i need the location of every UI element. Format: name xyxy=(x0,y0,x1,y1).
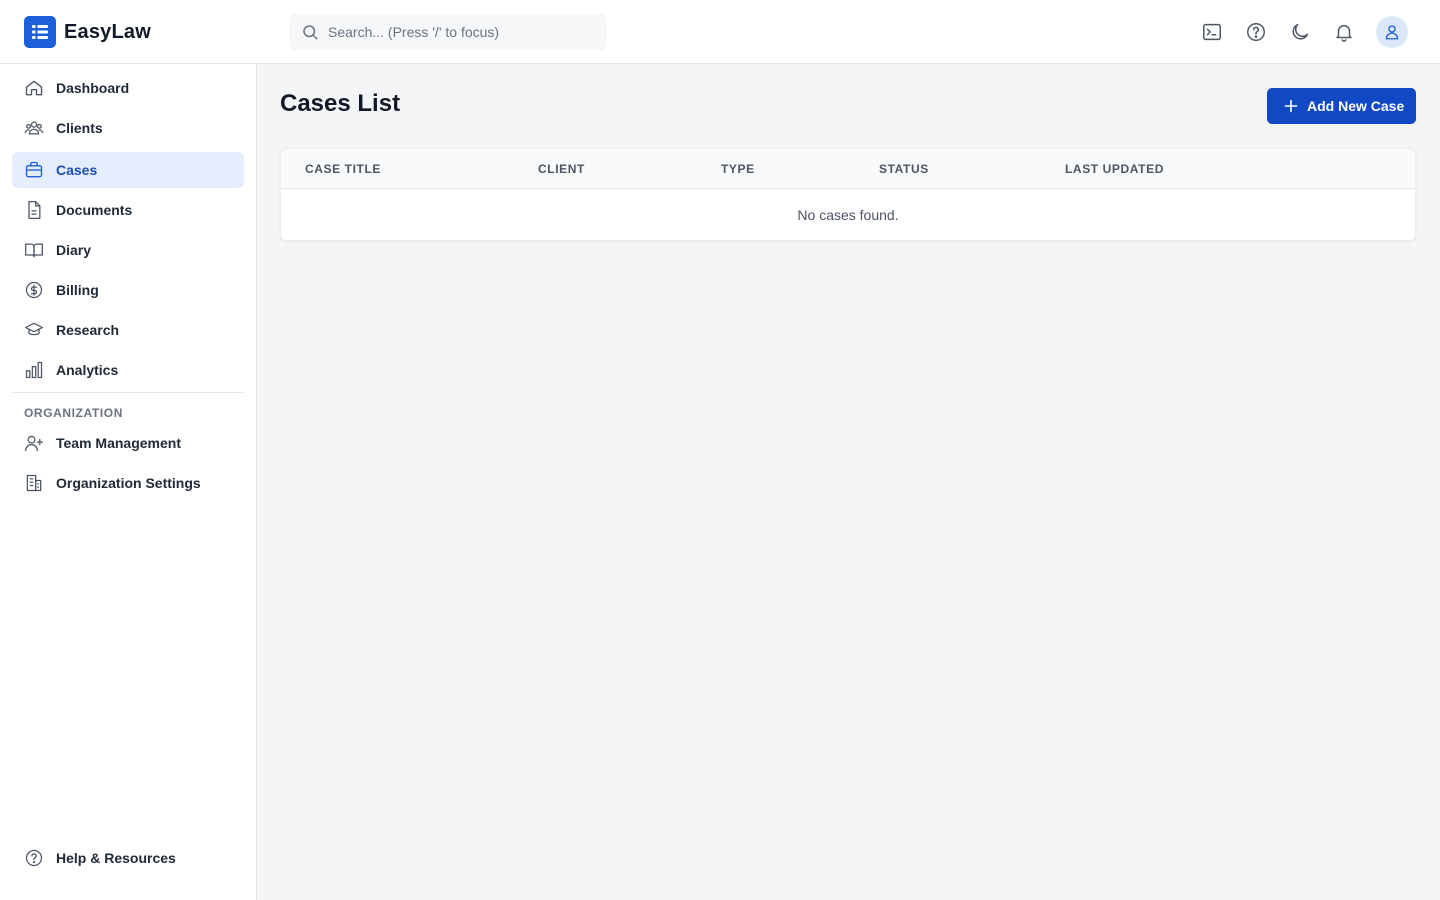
building-icon xyxy=(24,473,44,493)
users-icon xyxy=(24,118,44,138)
section-label-organization: ORGANIZATION xyxy=(24,406,123,420)
help-circle-icon xyxy=(24,848,44,868)
column-header-type[interactable]: TYPE xyxy=(721,162,755,176)
column-header-case-title[interactable]: CASE TITLE xyxy=(305,162,381,176)
sidebar-item-label: Research xyxy=(56,322,120,338)
help-circle-icon[interactable] xyxy=(1244,20,1268,44)
sidebar-item-label: Cases xyxy=(56,162,98,178)
sidebar-item-diary[interactable]: Diary xyxy=(12,232,244,268)
cases-table: CASE TITLE CLIENT TYPE STATUS LAST UPDAT… xyxy=(280,148,1416,241)
book-open-icon xyxy=(24,240,44,260)
sidebar-item-organization-settings[interactable]: Organization Settings xyxy=(12,465,244,501)
sidebar-divider xyxy=(12,392,244,393)
moon-icon[interactable] xyxy=(1288,20,1312,44)
add-button-label: Add New Case xyxy=(1307,98,1405,114)
empty-state-message: No cases found. xyxy=(797,207,899,223)
table-header: CASE TITLE CLIENT TYPE STATUS LAST UPDAT… xyxy=(281,149,1415,189)
top-actions xyxy=(1180,16,1408,48)
user-avatar-icon[interactable] xyxy=(1376,16,1408,48)
search-input[interactable] xyxy=(328,24,588,40)
briefcase-icon xyxy=(24,160,44,180)
plus-icon xyxy=(1283,98,1299,114)
sidebar-item-dashboard[interactable]: Dashboard xyxy=(12,70,244,106)
file-text-icon xyxy=(24,200,44,220)
dollar-circle-icon xyxy=(24,280,44,300)
sidebar-item-analytics[interactable]: Analytics xyxy=(12,352,244,388)
sidebar-item-label: Dashboard xyxy=(56,80,130,96)
sidebar-item-label: Team Management xyxy=(56,435,181,451)
page-title: Cases List xyxy=(280,90,401,117)
search-box[interactable] xyxy=(289,14,607,50)
sidebar: Dashboard Clients Cases Documents Diary … xyxy=(0,64,257,900)
sidebar-item-research[interactable]: Research xyxy=(12,312,244,348)
terminal-icon[interactable] xyxy=(1200,20,1224,44)
table-row-empty: No cases found. xyxy=(281,190,1415,240)
sidebar-item-help-resources[interactable]: Help & Resources xyxy=(12,840,244,876)
list-logo-icon xyxy=(24,16,56,48)
sidebar-item-label: Diary xyxy=(56,242,92,258)
column-header-client[interactable]: CLIENT xyxy=(538,162,585,176)
sidebar-item-cases[interactable]: Cases xyxy=(12,152,244,188)
sidebar-item-label: Billing xyxy=(56,282,99,298)
sidebar-item-billing[interactable]: Billing xyxy=(12,272,244,308)
search-icon xyxy=(301,23,319,41)
sidebar-item-team-management[interactable]: Team Management xyxy=(12,425,244,461)
column-header-last-updated[interactable]: LAST UPDATED xyxy=(1065,162,1164,176)
sidebar-item-label: Organization Settings xyxy=(56,475,201,491)
add-new-case-button[interactable]: Add New Case xyxy=(1267,88,1416,124)
sidebar-item-label: Analytics xyxy=(56,362,119,378)
sidebar-item-label: Documents xyxy=(56,202,133,218)
bar-chart-icon xyxy=(24,360,44,380)
home-icon xyxy=(24,78,44,98)
top-bar: EasyLaw xyxy=(0,0,1440,64)
sidebar-item-clients[interactable]: Clients xyxy=(12,110,244,146)
app-name: EasyLaw xyxy=(64,20,152,43)
graduation-cap-icon xyxy=(24,320,44,340)
sidebar-item-documents[interactable]: Documents xyxy=(12,192,244,228)
sidebar-item-label: Help & Resources xyxy=(56,850,176,866)
user-plus-icon xyxy=(24,433,44,453)
column-header-status[interactable]: STATUS xyxy=(879,162,929,176)
sidebar-item-label: Clients xyxy=(56,120,103,136)
brand[interactable]: EasyLaw xyxy=(24,16,151,48)
bell-icon[interactable] xyxy=(1332,20,1356,44)
